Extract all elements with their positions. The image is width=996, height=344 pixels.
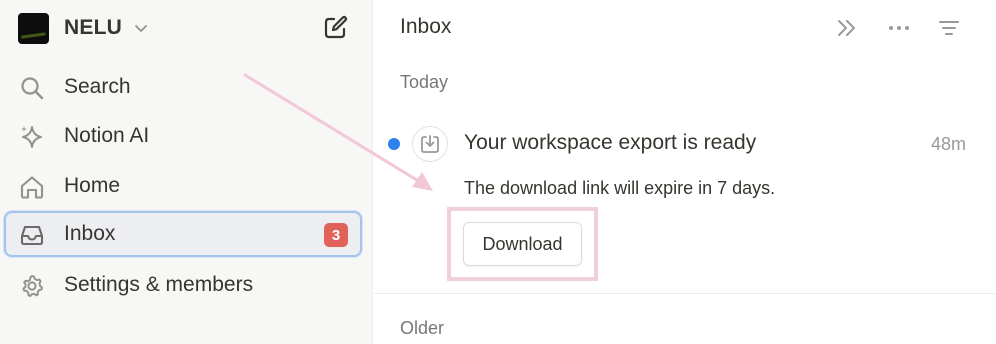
page-title: Inbox bbox=[400, 15, 452, 38]
more-options-icon[interactable] bbox=[886, 15, 912, 41]
notification-title: Your workspace export is ready bbox=[464, 131, 757, 154]
collapse-panel-icon[interactable] bbox=[834, 15, 860, 41]
sidebar-item-label: Settings & members bbox=[64, 273, 254, 296]
sidebar-item-search[interactable]: Search bbox=[4, 64, 362, 110]
home-icon bbox=[20, 176, 44, 199]
inbox-panel: Inbox Today Your workspace export is rea… bbox=[374, 0, 996, 344]
download-button[interactable]: Download bbox=[463, 222, 582, 266]
sidebar-item-inbox[interactable]: Inbox 3 bbox=[4, 211, 362, 257]
inbox-icon bbox=[20, 225, 44, 246]
sidebar-item-label: Search bbox=[64, 75, 131, 98]
sidebar-item-home[interactable]: Home bbox=[4, 163, 362, 209]
workspace-switcher[interactable]: NELU bbox=[18, 12, 150, 44]
sidebar-item-label: Inbox bbox=[64, 222, 116, 245]
sparkle-icon bbox=[21, 126, 42, 148]
app-window: NELU Search Notion AI Home Inbox 3 Setti… bbox=[0, 0, 996, 344]
sidebar-item-notion-ai[interactable]: Notion AI bbox=[4, 113, 362, 159]
workspace-avatar bbox=[18, 12, 49, 44]
section-today-label: Today bbox=[400, 72, 449, 92]
workspace-name: NELU bbox=[64, 16, 122, 39]
sidebar-item-label: Home bbox=[64, 174, 121, 197]
filter-icon[interactable] bbox=[936, 15, 962, 41]
divider bbox=[374, 293, 996, 294]
sidebar: NELU Search Notion AI Home Inbox 3 Setti… bbox=[0, 0, 373, 344]
section-older-label: Older bbox=[400, 318, 445, 338]
download-icon bbox=[412, 126, 448, 162]
notification-timestamp: 48m bbox=[930, 134, 966, 154]
gear-icon bbox=[22, 275, 43, 297]
chevron-down-icon bbox=[135, 25, 147, 32]
sidebar-item-settings[interactable]: Settings & members bbox=[4, 262, 362, 308]
search-icon bbox=[21, 77, 44, 100]
unread-dot bbox=[388, 138, 400, 150]
unread-count-badge: 3 bbox=[324, 223, 348, 247]
sidebar-item-label: Notion AI bbox=[64, 124, 150, 147]
new-page-icon[interactable] bbox=[321, 14, 349, 42]
notification-description: The download link will expire in 7 days. bbox=[464, 178, 776, 198]
